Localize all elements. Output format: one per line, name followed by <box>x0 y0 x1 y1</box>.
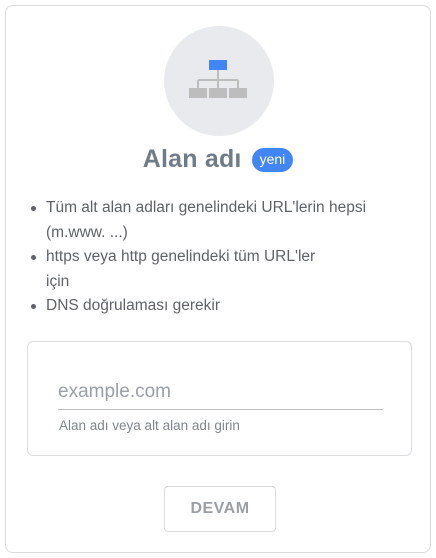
domain-sitemap-icon <box>164 26 274 136</box>
feature-item-dns: DNS doğrulaması gerekir <box>28 294 408 319</box>
new-badge: yeni <box>251 148 294 172</box>
domain-input-hint: Alan adı veya alt alan adı girin <box>59 418 240 433</box>
feature-item-protocols: https veya http genelindeki tüm URL'ler … <box>28 245 338 294</box>
feature-item-subdomains: Tüm alt alan adları genelindeki URL'leri… <box>28 196 408 245</box>
continue-button[interactable]: DEVAM <box>164 486 276 532</box>
domain-input-box: Alan adı veya alt alan adı girin <box>27 341 412 456</box>
domain-input[interactable] <box>58 374 383 410</box>
title-row: Alan adı yeni <box>6 142 430 176</box>
card-title: Alan adı <box>142 144 242 173</box>
domain-property-card: Alan adı yeni Tüm alt alan adları geneli… <box>5 5 431 553</box>
feature-list: Tüm alt alan adları genelindeki URL'leri… <box>28 196 408 319</box>
